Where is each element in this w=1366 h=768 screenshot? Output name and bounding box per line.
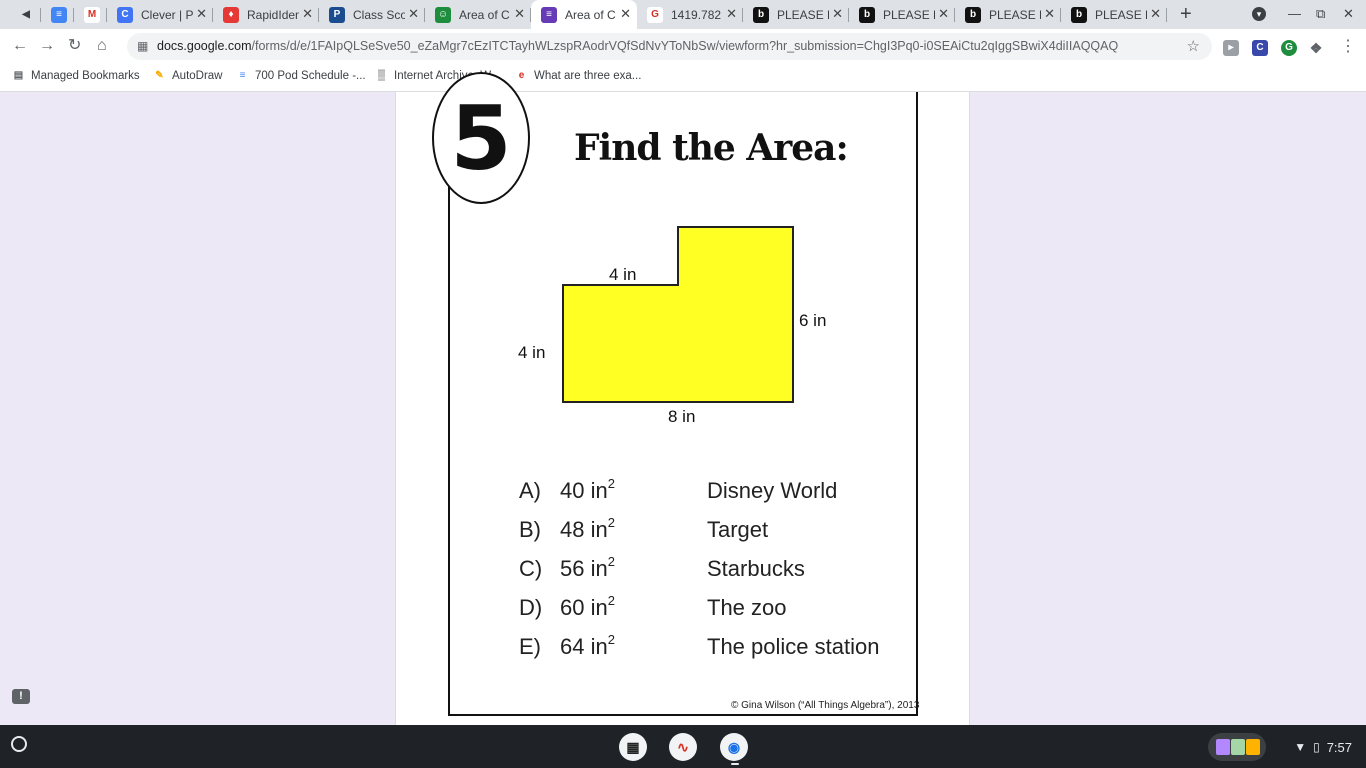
choice-place: Starbucks [707,556,805,581]
choice-area-exponent: 2 [607,476,615,491]
choice-area-value: 60 in [560,595,608,620]
choice-area: 40 in2 [560,476,615,504]
chromeos-shelf: ▦ ∿ ◉ ▼ ▯ 7:57 [0,725,1366,768]
choice-area-exponent: 2 [607,593,615,608]
choice-area-value: 64 in [560,634,608,659]
choice-letter: C) [519,556,543,581]
choice-place: The zoo [707,595,787,620]
choice-area: 60 in2 [560,593,615,621]
choice-area: 56 in2 [560,554,615,582]
choice-area-value: 40 in [560,478,608,503]
l-shape-figure [562,226,794,403]
dimension-left: 4 in [518,343,546,362]
choice-area-exponent: 2 [607,515,615,530]
chrome-app-icon[interactable]: ◉ [720,733,748,761]
dimension-right: 6 in [799,311,827,330]
running-indicator [731,763,739,765]
calculator-app-icon[interactable]: ▦ [619,733,647,761]
battery-icon: ▯ [1313,740,1320,754]
choice-area-exponent: 2 [607,554,615,569]
choice-area: 48 in2 [560,515,615,543]
choice-area: 64 in2 [560,632,615,660]
dimension-top-left: 4 in [609,265,637,284]
choice-area-value: 48 in [560,517,608,542]
sound-app-icon[interactable]: ∿ [669,733,697,761]
dimension-bottom: 8 in [668,407,696,426]
choice-letter: A) [519,478,541,503]
copyright-text: © Gina Wilson (“All Things Algebra”), 20… [731,700,920,711]
report-feedback-icon[interactable]: ! [12,689,30,704]
choice-place: The police station [707,634,880,659]
wifi-icon: ▼ [1294,740,1307,754]
clock: 7:57 [1326,739,1352,755]
choice-area-value: 56 in [560,556,608,581]
choice-place: Disney World [707,478,838,503]
tray-notes-icon[interactable] [1208,733,1266,761]
choice-letter: B) [519,517,541,542]
choice-letter: E) [519,634,541,659]
status-area[interactable]: ▼ ▯ 7:57 [1276,733,1360,761]
choice-letter: D) [519,595,543,620]
choice-place: Target [707,517,769,542]
l-shape [562,226,794,403]
choice-area-exponent: 2 [607,632,615,647]
launcher-icon[interactable] [11,736,27,752]
